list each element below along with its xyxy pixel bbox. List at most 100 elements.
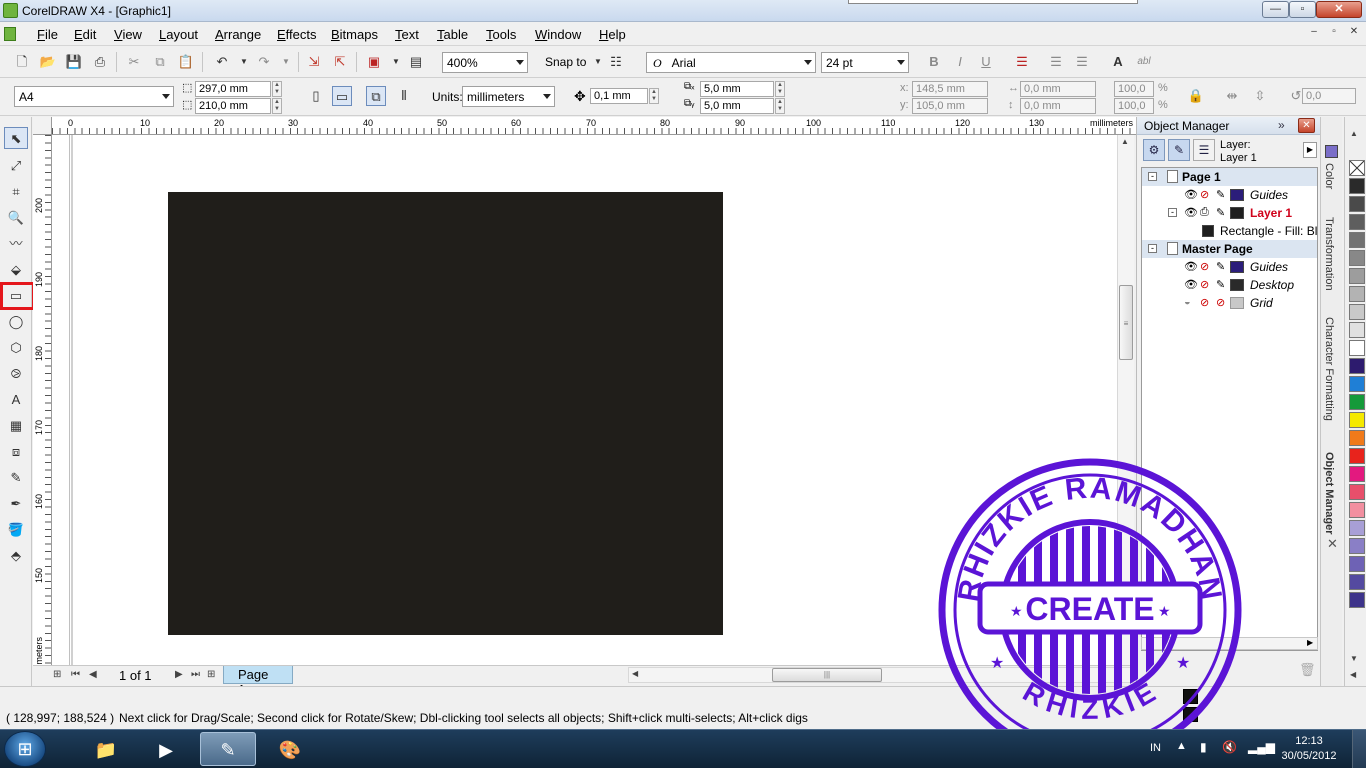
no-color-swatch[interactable] <box>1349 160 1365 176</box>
flyout-arrow-icon[interactable]: ▶ <box>1303 142 1317 158</box>
snap-to-button[interactable]: Snap to <box>545 55 586 69</box>
eye-icon[interactable]: 👁 <box>1184 188 1198 201</box>
minimize-button[interactable]: — <box>1262 1 1289 18</box>
landscape-icon[interactable]: ▭ <box>332 86 352 106</box>
spin-buttons[interactable]: ▲ ▼ <box>775 98 785 114</box>
tree-row-rectangle[interactable]: Rectangle - Fill: Black <box>1142 222 1317 240</box>
no-print-icon[interactable]: ⊘ <box>1200 188 1209 201</box>
palette-scroll-up-icon[interactable]: ▲ <box>1350 129 1358 138</box>
duplicate-y-field[interactable]: 5,0 mm ▲ ▼ <box>700 98 785 114</box>
menu-help[interactable]: Help <box>599 27 626 42</box>
layer-manager-view-icon[interactable]: ☰ <box>1193 139 1215 161</box>
first-page-icon[interactable]: ⏮ <box>71 669 80 680</box>
interactive-fill-tool-icon[interactable]: ⬘ <box>4 545 28 567</box>
copy-icon[interactable]: ⧉ <box>150 52 170 72</box>
duplicate-x-field[interactable]: 5,0 mm ▲ ▼ <box>700 81 785 97</box>
layer-color-swatch[interactable] <box>1230 297 1244 309</box>
pick-tool-icon[interactable]: ⬉ <box>4 127 28 149</box>
palette-swatch[interactable] <box>1349 232 1365 248</box>
character-formatting-icon[interactable]: A <box>1108 52 1128 72</box>
palette-swatch[interactable] <box>1349 394 1365 410</box>
palette-swatch[interactable] <box>1349 484 1365 500</box>
tab-color[interactable]: Color <box>1323 163 1335 189</box>
no-print-icon[interactable]: ⊘ <box>1200 260 1209 273</box>
edit-pencil-icon[interactable]: ✎ <box>1216 260 1225 273</box>
underline-icon[interactable]: U <box>976 52 996 72</box>
prev-page-icon[interactable]: ◀ <box>89 669 97 680</box>
table-tool-icon[interactable]: ▦ <box>4 415 28 437</box>
taskbar-clock[interactable]: 12:13 30/05/2012 <box>1278 734 1340 764</box>
doc-minimize-button[interactable]: – <box>1307 26 1321 40</box>
text-tool-icon[interactable]: A <box>4 389 28 411</box>
palette-scroll-down-icon[interactable]: ▼ <box>1350 654 1358 663</box>
cut-icon[interactable]: ✂ <box>124 52 144 72</box>
fill-tool-icon[interactable]: 🪣 <box>4 519 28 541</box>
volume-muted-icon[interactable]: 🔇 <box>1222 740 1237 754</box>
bold-icon[interactable]: B <box>924 52 944 72</box>
tree-row-page-1[interactable]: - Page 1 <box>1142 168 1317 186</box>
edit-pencil-icon[interactable]: ✎ <box>1216 188 1225 201</box>
palette-swatch[interactable] <box>1349 286 1365 302</box>
eye-closed-icon[interactable]: ◒ <box>1184 296 1191 308</box>
zoom-tool-icon[interactable]: 🔍 <box>4 207 28 229</box>
edit-text-icon[interactable]: abl <box>1134 52 1154 72</box>
tab-page-1[interactable]: Page 1 <box>223 666 293 697</box>
collapse-icon[interactable]: - <box>1168 208 1177 217</box>
scroll-left-icon[interactable]: ◀ <box>632 669 638 678</box>
no-print-icon[interactable]: ⊘ <box>1200 278 1209 291</box>
layer-color-swatch[interactable] <box>1230 189 1244 201</box>
battery-icon[interactable]: ▮ <box>1200 740 1207 754</box>
collapse-icon[interactable]: - <box>1148 172 1157 181</box>
paper-height-field[interactable]: 210,0 mm ▲ ▼ <box>195 98 282 114</box>
print-icon[interactable]: ⎙ <box>90 52 110 72</box>
basic-shapes-tool-icon[interactable]: ⧁ <box>4 363 28 385</box>
paint-taskbar-icon[interactable]: 🎨 <box>262 732 318 766</box>
eye-icon[interactable]: 👁 <box>1184 206 1198 219</box>
coreldraw-app-icon[interactable] <box>3 3 18 18</box>
last-page-icon[interactable]: ⏭ <box>191 669 200 680</box>
collapse-icon[interactable]: - <box>1148 244 1157 253</box>
object-width-field[interactable]: 0,0 mm <box>1020 81 1096 97</box>
tree-row-grid[interactable]: ◒ ⊘ ⊘ Grid <box>1142 294 1317 312</box>
interactive-blend-tool-icon[interactable]: ⧈ <box>4 441 28 463</box>
palette-swatch[interactable] <box>1349 178 1365 194</box>
new-document-icon[interactable]: 🗋 <box>12 52 32 72</box>
palette-swatch[interactable] <box>1349 250 1365 266</box>
edit-pencil-icon[interactable]: ✎ <box>1216 206 1225 219</box>
menu-edit[interactable]: Edit <box>74 27 96 42</box>
add-page-after-icon[interactable]: ⊞ <box>207 669 215 680</box>
crop-tool-icon[interactable]: ⌗ <box>4 181 28 203</box>
palette-swatch[interactable] <box>1349 214 1365 230</box>
font-list-combo[interactable]: O Arial <box>646 52 816 73</box>
palette-swatch[interactable] <box>1349 412 1365 428</box>
document-icon[interactable] <box>4 27 16 41</box>
welcome-screen-icon[interactable]: ▤ <box>406 52 426 72</box>
palette-swatch[interactable] <box>1349 322 1365 338</box>
close-button[interactable]: ✕ <box>1316 1 1362 18</box>
paper-type-combo[interactable]: A4 <box>14 86 174 107</box>
position-y-field[interactable]: 105,0 mm <box>912 98 988 114</box>
spin-buttons[interactable]: ▲ ▼ <box>775 81 785 97</box>
delete-icon[interactable]: 🗑 <box>1299 662 1316 678</box>
language-indicator[interactable]: IN <box>1150 742 1161 754</box>
tree-row-layer-1[interactable]: - 👁 ⎙ ✎ Layer 1 <box>1142 204 1317 222</box>
units-combo[interactable]: millimeters <box>462 86 555 107</box>
palette-swatch[interactable] <box>1349 304 1365 320</box>
menu-arrange[interactable]: Arrange <box>215 27 261 42</box>
network-icon[interactable]: ▂▄▆ <box>1248 740 1275 754</box>
mirror-vertical-icon[interactable]: ⇳ <box>1250 86 1270 106</box>
rotation-angle-field[interactable]: 0,0 <box>1302 88 1356 104</box>
coreldraw-taskbar-icon[interactable]: ✎ <box>200 732 256 766</box>
palette-swatch[interactable] <box>1349 268 1365 284</box>
scroll-right-icon[interactable]: ▶ <box>1307 638 1313 647</box>
tab-object-manager[interactable]: Object Manager <box>1323 452 1335 535</box>
drop-cap-icon[interactable]: ☰ <box>1072 52 1092 72</box>
collapse-docker-button[interactable]: » <box>1278 118 1285 132</box>
menu-bitmaps[interactable]: Bitmaps <box>331 27 378 42</box>
scale-width-field[interactable]: 100,0 <box>1114 81 1154 97</box>
tab-character-formatting[interactable]: Character Formatting <box>1323 317 1335 421</box>
show-object-properties-icon[interactable]: ⚙ <box>1143 139 1165 161</box>
shape-tool-icon[interactable]: ⤢ <box>4 155 28 177</box>
palette-swatch[interactable] <box>1349 358 1365 374</box>
scale-height-field[interactable]: 100,0 <box>1114 98 1154 114</box>
